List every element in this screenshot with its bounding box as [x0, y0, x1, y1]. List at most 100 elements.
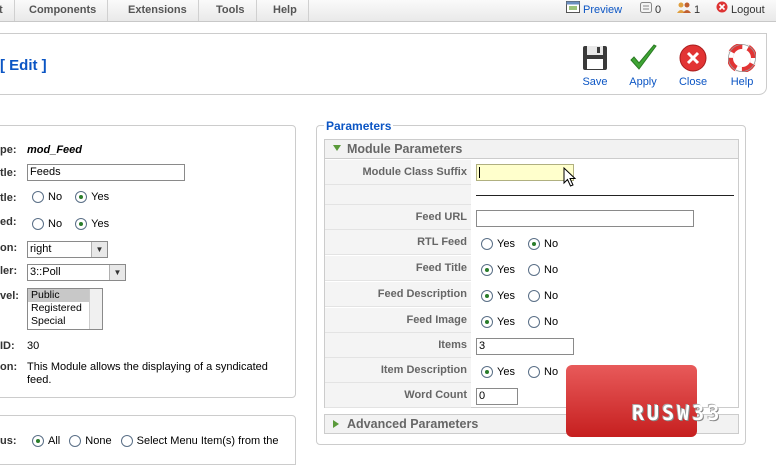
radio-checked-icon[interactable] [32, 435, 44, 448]
menu-assignment-radio-group: All None Select Menu Item(s) from the [32, 435, 278, 448]
item-description-radio-group: Yes No [481, 366, 568, 379]
radio-icon[interactable] [120, 435, 133, 448]
enabled-radio-group: No Yes [32, 218, 119, 231]
menus-label: us: [0, 435, 17, 447]
show-title-yes[interactable]: Yes [75, 191, 109, 204]
radio-icon[interactable] [528, 316, 541, 329]
menu-item-extensions[interactable]: Extensions [117, 0, 199, 21]
access-label: vel: [0, 290, 19, 302]
enabled-no[interactable]: No [32, 218, 62, 231]
feed-image-no[interactable]: No [528, 316, 558, 329]
show-title-radio-group: No Yes [32, 191, 119, 204]
radio-icon[interactable] [528, 264, 541, 277]
menus-select[interactable]: Select Menu Item(s) from the [120, 435, 278, 448]
feed-description-label: Feed Description [325, 282, 471, 307]
radio-icon[interactable] [32, 191, 44, 204]
radio-checked-icon[interactable] [481, 290, 493, 303]
feed-description-no[interactable]: No [528, 290, 558, 303]
radio-checked-icon[interactable] [481, 366, 493, 379]
word-count-label: Word Count [325, 383, 471, 408]
preview-link[interactable]: Preview [566, 0, 622, 21]
lifebuoy-icon [718, 43, 766, 74]
feed-description-yes[interactable]: Yes [481, 290, 515, 303]
close-button[interactable]: Close [669, 44, 717, 88]
watermark-logo: RUSW33 [632, 401, 723, 425]
item-description-no[interactable]: No [528, 366, 558, 379]
users-count[interactable]: 1 [677, 0, 700, 21]
radio-icon[interactable] [528, 366, 541, 379]
separator-line [476, 195, 734, 196]
feed-image-yes[interactable]: Yes [481, 316, 515, 329]
feed-image-radio-group: Yes No [481, 316, 568, 329]
page-title: [ Edit ] [0, 57, 47, 74]
preview-icon [566, 0, 580, 20]
feed-title-radio-group: Yes No [481, 264, 568, 277]
menu-item-site[interactable]: t [0, 0, 15, 21]
radio-icon[interactable] [32, 218, 44, 231]
feed-title-no[interactable]: No [528, 264, 558, 277]
menus-all[interactable]: All [32, 435, 60, 448]
feed-title-label: Feed Title [325, 256, 471, 281]
radio-icon[interactable] [69, 435, 82, 448]
title-label: tle: [0, 167, 17, 179]
menu-item-help[interactable]: Help [262, 0, 309, 21]
order-select[interactable]: 3::Poll ▼ [27, 264, 126, 281]
text-caret [479, 166, 480, 178]
floppy-disk-icon [571, 44, 619, 74]
enabled-label: ed: [0, 216, 17, 228]
access-listbox[interactable]: Public Registered Special [27, 288, 103, 330]
show-title-label: tle: [0, 192, 17, 204]
save-button[interactable]: Save [571, 44, 619, 88]
logout-link[interactable]: Logout [716, 0, 765, 21]
position-select[interactable]: right ▼ [27, 241, 108, 258]
feed-description-radio-group: Yes No [481, 290, 568, 303]
radio-checked-icon[interactable] [481, 264, 493, 277]
chevron-down-icon[interactable]: ▼ [109, 265, 125, 280]
triangle-right-icon [333, 420, 339, 428]
radio-checked-icon[interactable] [75, 191, 88, 204]
close-icon [669, 44, 717, 74]
messages-count[interactable]: 0 [640, 0, 661, 21]
items-input[interactable]: 3 [476, 338, 574, 355]
parameters-legend: Parameters [324, 119, 394, 133]
top-menu-bar: t Components Extensions Tools Help Previ… [0, 0, 776, 22]
triangle-down-icon [333, 145, 341, 151]
position-label: on: [0, 242, 18, 254]
module-class-suffix-input[interactable] [476, 164, 574, 181]
rtl-feed-radio-group: Yes No [481, 238, 568, 251]
id-label: ID: [0, 340, 15, 352]
id-value: 30 [27, 340, 40, 352]
checkmark-icon [619, 44, 667, 74]
word-count-input[interactable]: 0 [476, 388, 518, 405]
show-title-no[interactable]: No [32, 191, 62, 204]
radio-icon[interactable] [481, 238, 493, 251]
message-icon [640, 0, 652, 20]
title-input[interactable]: Feeds [27, 164, 185, 181]
feed-image-label: Feed Image [325, 308, 471, 333]
chevron-down-icon[interactable]: ▼ [91, 242, 107, 257]
radio-checked-icon[interactable] [481, 316, 493, 329]
logout-icon [716, 0, 728, 20]
help-button[interactable]: Help [718, 43, 766, 88]
item-description-label: Item Description [325, 358, 471, 383]
radio-checked-icon[interactable] [528, 238, 541, 251]
menu-item-components[interactable]: Components [18, 0, 109, 21]
apply-button[interactable]: Apply [619, 44, 667, 88]
menus-none[interactable]: None [69, 435, 112, 448]
rtl-feed-yes[interactable]: Yes [481, 238, 515, 251]
rtl-feed-no[interactable]: No [528, 238, 558, 251]
module-parameters-toggle[interactable]: Module Parameters [324, 139, 739, 159]
enabled-yes[interactable]: Yes [75, 218, 109, 231]
listbox-scrollbar[interactable] [89, 289, 102, 329]
mouse-cursor-icon [563, 166, 577, 191]
item-description-yes[interactable]: Yes [481, 366, 515, 379]
feed-title-yes[interactable]: Yes [481, 264, 515, 277]
feed-url-input[interactable] [476, 210, 694, 227]
type-value: mod_Feed [27, 144, 83, 156]
radio-icon[interactable] [528, 290, 541, 303]
menu-item-tools[interactable]: Tools [205, 0, 257, 21]
users-icon [677, 0, 691, 20]
rtl-feed-label: RTL Feed [325, 230, 471, 255]
radio-checked-icon[interactable] [75, 218, 88, 231]
feed-url-label: Feed URL [325, 205, 471, 230]
